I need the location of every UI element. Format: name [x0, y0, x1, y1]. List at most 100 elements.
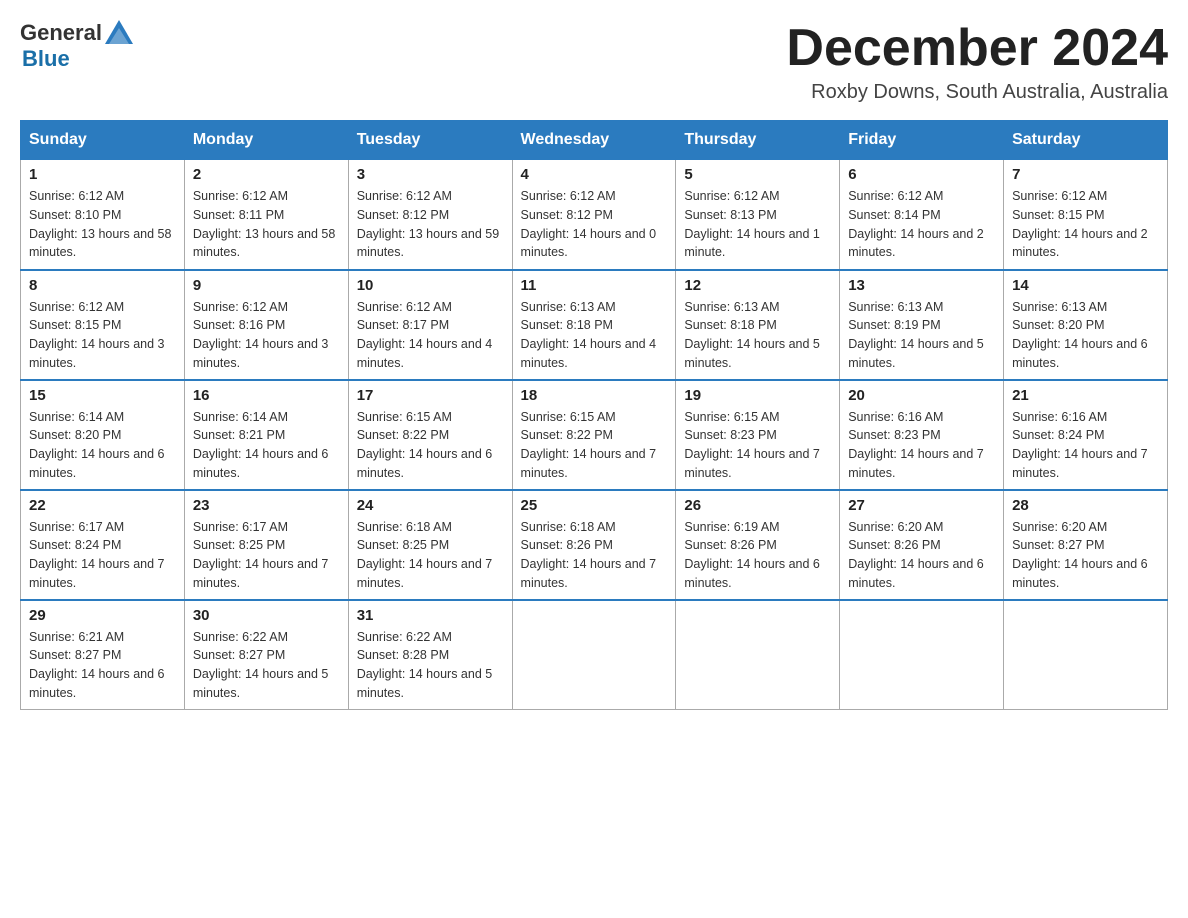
table-row: 10 Sunrise: 6:12 AMSunset: 8:17 PMDaylig…: [348, 270, 512, 380]
day-info: Sunrise: 6:16 AMSunset: 8:24 PMDaylight:…: [1012, 410, 1148, 480]
day-number: 9: [193, 277, 340, 294]
table-row: 26 Sunrise: 6:19 AMSunset: 8:26 PMDaylig…: [676, 490, 840, 600]
location-title: Roxby Downs, South Australia, Australia: [786, 81, 1168, 104]
day-number: 29: [29, 607, 176, 624]
table-row: 27 Sunrise: 6:20 AMSunset: 8:26 PMDaylig…: [840, 490, 1004, 600]
day-number: 31: [357, 607, 504, 624]
day-info: Sunrise: 6:22 AMSunset: 8:27 PMDaylight:…: [193, 630, 329, 700]
table-row: 22 Sunrise: 6:17 AMSunset: 8:24 PMDaylig…: [21, 490, 185, 600]
day-number: 28: [1012, 497, 1159, 514]
table-row: 13 Sunrise: 6:13 AMSunset: 8:19 PMDaylig…: [840, 270, 1004, 380]
table-row: 3 Sunrise: 6:12 AMSunset: 8:12 PMDayligh…: [348, 160, 512, 270]
table-row: [512, 600, 676, 710]
day-number: 4: [521, 166, 668, 183]
table-row: 2 Sunrise: 6:12 AMSunset: 8:11 PMDayligh…: [184, 160, 348, 270]
day-info: Sunrise: 6:12 AMSunset: 8:15 PMDaylight:…: [29, 300, 165, 370]
table-row: 25 Sunrise: 6:18 AMSunset: 8:26 PMDaylig…: [512, 490, 676, 600]
day-info: Sunrise: 6:13 AMSunset: 8:20 PMDaylight:…: [1012, 300, 1148, 370]
table-row: 8 Sunrise: 6:12 AMSunset: 8:15 PMDayligh…: [21, 270, 185, 380]
table-row: 24 Sunrise: 6:18 AMSunset: 8:25 PMDaylig…: [348, 490, 512, 600]
day-info: Sunrise: 6:19 AMSunset: 8:26 PMDaylight:…: [684, 520, 820, 590]
day-info: Sunrise: 6:12 AMSunset: 8:13 PMDaylight:…: [684, 189, 820, 259]
calendar-week-2: 8 Sunrise: 6:12 AMSunset: 8:15 PMDayligh…: [21, 270, 1168, 380]
day-info: Sunrise: 6:18 AMSunset: 8:26 PMDaylight:…: [521, 520, 657, 590]
day-info: Sunrise: 6:12 AMSunset: 8:16 PMDaylight:…: [193, 300, 329, 370]
table-row: 7 Sunrise: 6:12 AMSunset: 8:15 PMDayligh…: [1004, 160, 1168, 270]
table-row: 4 Sunrise: 6:12 AMSunset: 8:12 PMDayligh…: [512, 160, 676, 270]
day-info: Sunrise: 6:22 AMSunset: 8:28 PMDaylight:…: [357, 630, 493, 700]
day-info: Sunrise: 6:15 AMSunset: 8:22 PMDaylight:…: [521, 410, 657, 480]
table-row: 12 Sunrise: 6:13 AMSunset: 8:18 PMDaylig…: [676, 270, 840, 380]
day-number: 26: [684, 497, 831, 514]
calendar-week-1: 1 Sunrise: 6:12 AMSunset: 8:10 PMDayligh…: [21, 160, 1168, 270]
day-info: Sunrise: 6:17 AMSunset: 8:24 PMDaylight:…: [29, 520, 165, 590]
day-number: 16: [193, 387, 340, 404]
day-info: Sunrise: 6:20 AMSunset: 8:27 PMDaylight:…: [1012, 520, 1148, 590]
day-number: 30: [193, 607, 340, 624]
day-info: Sunrise: 6:14 AMSunset: 8:21 PMDaylight:…: [193, 410, 329, 480]
calendar-table: Sunday Monday Tuesday Wednesday Thursday…: [20, 120, 1168, 710]
table-row: [1004, 600, 1168, 710]
table-row: 9 Sunrise: 6:12 AMSunset: 8:16 PMDayligh…: [184, 270, 348, 380]
day-number: 14: [1012, 277, 1159, 294]
day-number: 17: [357, 387, 504, 404]
calendar-week-3: 15 Sunrise: 6:14 AMSunset: 8:20 PMDaylig…: [21, 380, 1168, 490]
calendar-week-4: 22 Sunrise: 6:17 AMSunset: 8:24 PMDaylig…: [21, 490, 1168, 600]
calendar-week-5: 29 Sunrise: 6:21 AMSunset: 8:27 PMDaylig…: [21, 600, 1168, 710]
day-number: 5: [684, 166, 831, 183]
day-info: Sunrise: 6:13 AMSunset: 8:18 PMDaylight:…: [521, 300, 657, 370]
col-tuesday: Tuesday: [348, 121, 512, 160]
table-row: 14 Sunrise: 6:13 AMSunset: 8:20 PMDaylig…: [1004, 270, 1168, 380]
table-row: 23 Sunrise: 6:17 AMSunset: 8:25 PMDaylig…: [184, 490, 348, 600]
day-info: Sunrise: 6:14 AMSunset: 8:20 PMDaylight:…: [29, 410, 165, 480]
day-info: Sunrise: 6:12 AMSunset: 8:12 PMDaylight:…: [357, 189, 499, 259]
day-number: 8: [29, 277, 176, 294]
table-row: 30 Sunrise: 6:22 AMSunset: 8:27 PMDaylig…: [184, 600, 348, 710]
day-number: 27: [848, 497, 995, 514]
day-info: Sunrise: 6:15 AMSunset: 8:23 PMDaylight:…: [684, 410, 820, 480]
day-number: 1: [29, 166, 176, 183]
col-wednesday: Wednesday: [512, 121, 676, 160]
day-number: 24: [357, 497, 504, 514]
day-info: Sunrise: 6:12 AMSunset: 8:17 PMDaylight:…: [357, 300, 493, 370]
month-title: December 2024: [786, 20, 1168, 77]
calendar-header-row: Sunday Monday Tuesday Wednesday Thursday…: [21, 121, 1168, 160]
logo-blue-text: Blue: [22, 46, 70, 72]
col-friday: Friday: [840, 121, 1004, 160]
logo-general-text: General: [20, 20, 102, 46]
header: General Blue December 2024 Roxby Downs, …: [20, 20, 1168, 104]
table-row: 15 Sunrise: 6:14 AMSunset: 8:20 PMDaylig…: [21, 380, 185, 490]
table-row: 29 Sunrise: 6:21 AMSunset: 8:27 PMDaylig…: [21, 600, 185, 710]
day-info: Sunrise: 6:12 AMSunset: 8:15 PMDaylight:…: [1012, 189, 1148, 259]
logo: General Blue: [20, 20, 133, 72]
day-number: 20: [848, 387, 995, 404]
day-number: 11: [521, 277, 668, 294]
table-row: 6 Sunrise: 6:12 AMSunset: 8:14 PMDayligh…: [840, 160, 1004, 270]
logo-triangle-icon: [105, 20, 133, 44]
table-row: [676, 600, 840, 710]
title-area: December 2024 Roxby Downs, South Austral…: [786, 20, 1168, 104]
day-number: 12: [684, 277, 831, 294]
day-number: 15: [29, 387, 176, 404]
day-number: 6: [848, 166, 995, 183]
day-info: Sunrise: 6:12 AMSunset: 8:14 PMDaylight:…: [848, 189, 984, 259]
table-row: 19 Sunrise: 6:15 AMSunset: 8:23 PMDaylig…: [676, 380, 840, 490]
col-saturday: Saturday: [1004, 121, 1168, 160]
day-info: Sunrise: 6:17 AMSunset: 8:25 PMDaylight:…: [193, 520, 329, 590]
day-number: 18: [521, 387, 668, 404]
col-sunday: Sunday: [21, 121, 185, 160]
day-info: Sunrise: 6:20 AMSunset: 8:26 PMDaylight:…: [848, 520, 984, 590]
table-row: [840, 600, 1004, 710]
day-info: Sunrise: 6:13 AMSunset: 8:18 PMDaylight:…: [684, 300, 820, 370]
day-number: 10: [357, 277, 504, 294]
col-thursday: Thursday: [676, 121, 840, 160]
day-info: Sunrise: 6:12 AMSunset: 8:11 PMDaylight:…: [193, 189, 335, 259]
day-info: Sunrise: 6:15 AMSunset: 8:22 PMDaylight:…: [357, 410, 493, 480]
table-row: 11 Sunrise: 6:13 AMSunset: 8:18 PMDaylig…: [512, 270, 676, 380]
table-row: 1 Sunrise: 6:12 AMSunset: 8:10 PMDayligh…: [21, 160, 185, 270]
table-row: 28 Sunrise: 6:20 AMSunset: 8:27 PMDaylig…: [1004, 490, 1168, 600]
table-row: 5 Sunrise: 6:12 AMSunset: 8:13 PMDayligh…: [676, 160, 840, 270]
day-number: 23: [193, 497, 340, 514]
table-row: 16 Sunrise: 6:14 AMSunset: 8:21 PMDaylig…: [184, 380, 348, 490]
day-number: 7: [1012, 166, 1159, 183]
